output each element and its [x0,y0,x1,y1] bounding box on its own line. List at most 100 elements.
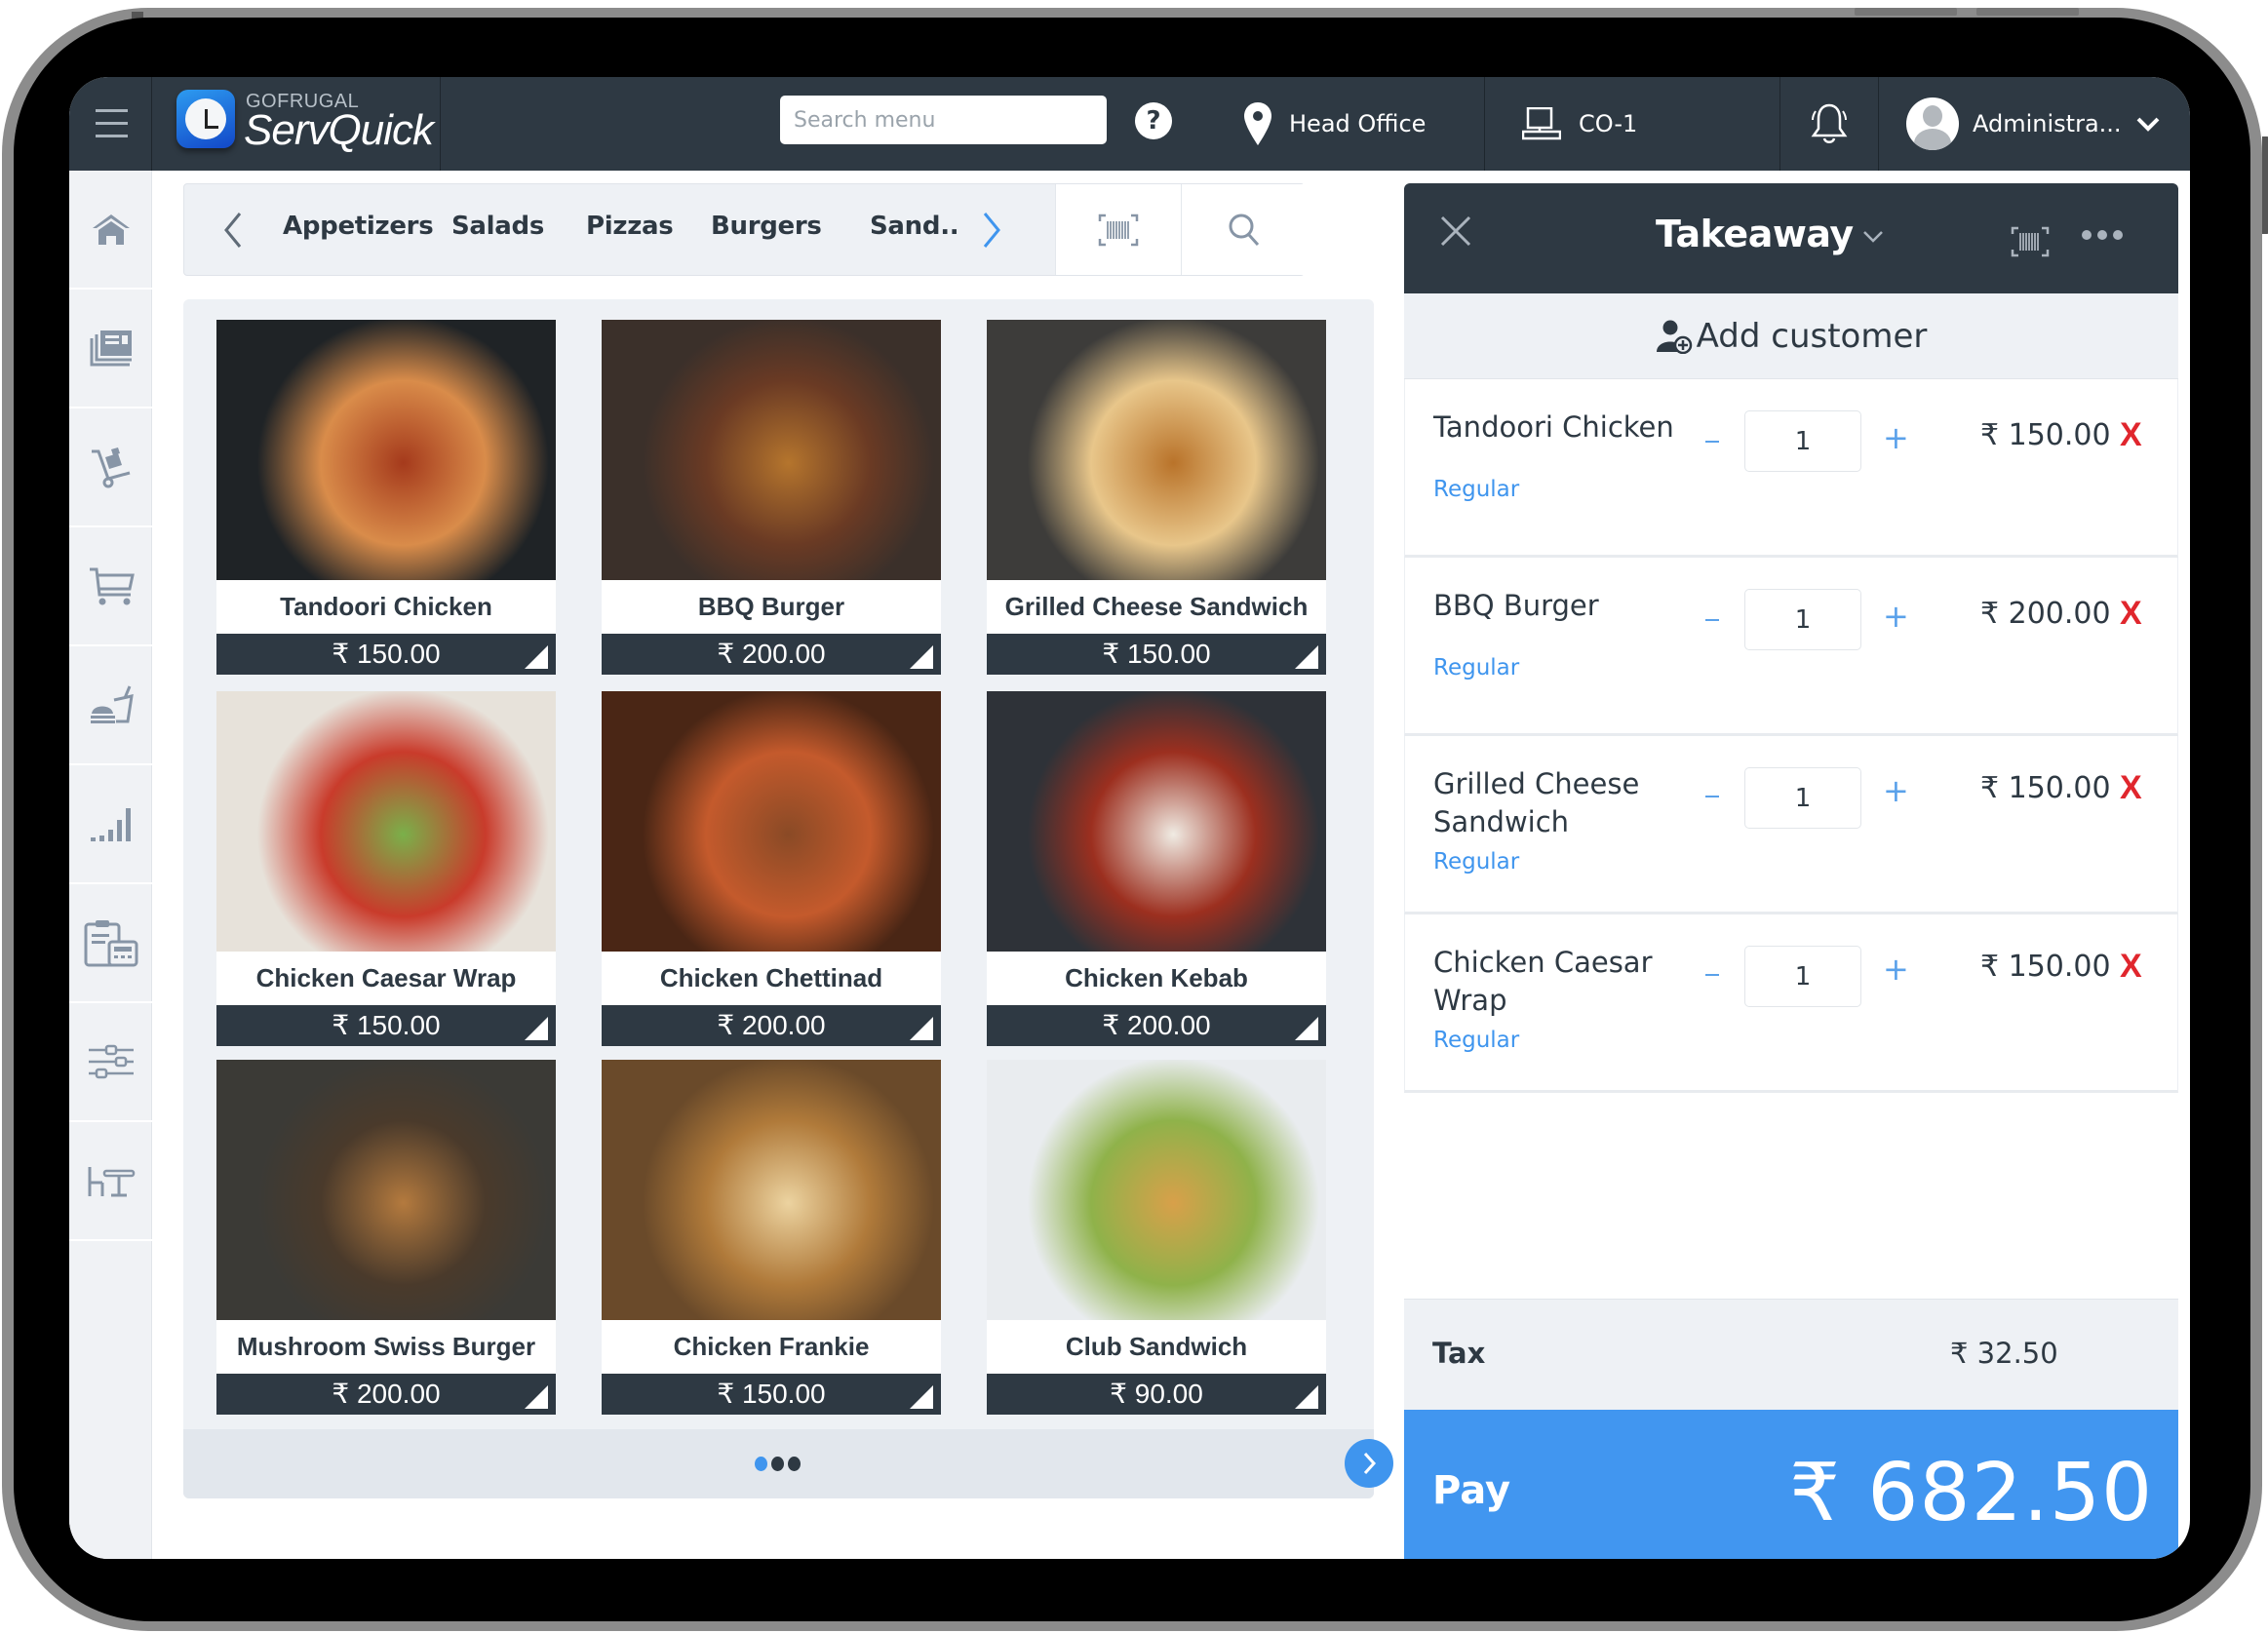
more-options-icon[interactable] [2082,230,2123,240]
pay-button[interactable]: Pay ₹ 682.50 [1404,1410,2178,1559]
chevron-left-icon[interactable] [218,210,248,251]
variant-corner-icon[interactable] [1295,645,1318,669]
product-card[interactable]: Chicken Frankie ₹ 150.00 [602,1060,941,1415]
product-search-button[interactable] [1182,184,1306,275]
product-card[interactable]: Chicken Kebab ₹ 200.00 [987,691,1326,1046]
product-card[interactable]: Club Sandwich ₹ 90.00 [987,1060,1326,1415]
notifications-button[interactable] [1780,77,1879,171]
remove-item-button[interactable]: X [2120,595,2142,633]
chevron-down-icon[interactable] [1862,230,1884,244]
product-card[interactable]: BBQ Burger ₹ 200.00 [602,320,941,675]
sidebar-item-reports[interactable] [69,765,152,884]
increase-qty-button[interactable]: + [1883,601,1909,632]
sidebar-item-tables[interactable] [69,1122,152,1241]
bell-icon [1811,103,1848,143]
sidebar-item-orders[interactable] [69,290,152,408]
product-name: BBQ Burger [602,580,941,634]
decrease-qty-button[interactable] [1705,796,1719,797]
counter-selector[interactable]: CO-1 [1485,77,1780,171]
decrease-qty-button[interactable] [1705,974,1719,976]
chevron-right-icon[interactable] [977,210,1006,251]
line-item-variant[interactable]: Regular [1433,849,1519,875]
line-item-variant[interactable]: Regular [1433,1028,1519,1053]
product-price: ₹ 200.00 [602,634,941,675]
variant-corner-icon[interactable] [525,1385,548,1409]
product-card[interactable]: Chicken Chettinad ₹ 200.00 [602,691,941,1046]
quantity-input[interactable] [1744,767,1861,829]
line-item-variant[interactable]: Regular [1433,655,1519,680]
order-header: Takeaway [1404,183,2178,293]
decrease-qty-button[interactable] [1705,441,1719,443]
hamburger-icon [96,135,128,137]
pay-label: Pay [1432,1468,1511,1513]
variant-corner-icon[interactable] [525,1017,548,1040]
product-card[interactable]: Chicken Caesar Wrap ₹ 150.00 [216,691,556,1046]
category-tab-burgers[interactable]: Burgers [711,212,822,241]
product-name: Tandoori Chicken [216,580,556,634]
order-line-item: Chicken Caesar Wrap Regular + ₹ 150.00 X [1404,914,2178,1093]
increase-qty-button[interactable]: + [1883,953,1909,985]
remove-item-button[interactable]: X [2120,948,2142,986]
category-tab-sandwiches[interactable]: Sand.. [870,212,959,241]
add-user-icon [1656,320,1692,354]
menu-button[interactable] [69,77,152,171]
barcode-icon[interactable] [2011,226,2050,257]
category-tab-salads[interactable]: Salads [451,212,544,241]
product-price-value: ₹ 200.00 [332,1379,441,1409]
product-card[interactable]: Mushroom Swiss Burger ₹ 200.00 [216,1060,556,1415]
chevron-right-icon [1363,1452,1377,1475]
sidebar-item-home[interactable] [69,171,152,290]
quantity-input[interactable] [1744,410,1861,472]
product-price: ₹ 200.00 [602,1005,941,1046]
product-price-value: ₹ 150.00 [1102,639,1211,669]
product-name: Mushroom Swiss Burger [216,1320,556,1374]
sidebar-item-billing[interactable] [69,884,152,1003]
quantity-input[interactable] [1744,946,1861,1007]
product-name: Club Sandwich [987,1320,1326,1374]
sidebar-item-delivery[interactable] [69,408,152,527]
increase-qty-button[interactable]: + [1883,422,1909,453]
product-card[interactable]: Tandoori Chicken ₹ 150.00 [216,320,556,675]
sidebar-item-settings[interactable] [69,1003,152,1122]
page-dot-3[interactable] [788,1457,801,1471]
order-line-item: BBQ Burger Regular + ₹ 200.00 X [1404,558,2178,736]
product-price-value: ₹ 150.00 [717,1379,826,1409]
page-dot-2[interactable] [771,1457,784,1471]
add-customer-button[interactable]: Add customer [1404,293,2178,379]
variant-corner-icon[interactable] [910,1385,933,1409]
left-sidebar [69,171,152,1559]
variant-corner-icon[interactable] [910,645,933,669]
remove-item-button[interactable]: X [2120,769,2142,807]
location-selector[interactable]: Head Office [1230,77,1485,171]
variant-corner-icon[interactable] [525,645,548,669]
category-tab-pizzas[interactable]: Pizzas [586,212,674,241]
barcode-scan-button[interactable] [1055,184,1182,275]
close-icon[interactable] [1439,214,1472,248]
page-dot-1[interactable] [755,1457,767,1471]
servquick-logo-icon [176,90,235,148]
product-price-value: ₹ 200.00 [717,1010,826,1040]
remove-item-button[interactable]: X [2120,416,2142,454]
user-menu[interactable]: Administra... [1879,77,2190,171]
counter-label: CO-1 [1579,110,1638,137]
user-name: Administra... [1973,110,2122,137]
category-tab-appetizers[interactable]: Appetizers [283,212,434,241]
increase-qty-button[interactable]: + [1883,775,1909,806]
line-item-variant[interactable]: Regular [1433,477,1519,502]
order-panel: Takeaway Add customer Tandoori Chicken R… [1404,183,2178,1559]
variant-corner-icon[interactable] [1295,1385,1318,1409]
sidebar-item-food[interactable] [69,646,152,765]
variant-corner-icon[interactable] [1295,1017,1318,1040]
help-icon[interactable]: ? [1135,102,1172,139]
product-price-value: ₹ 90.00 [1110,1379,1203,1409]
pay-total: ₹ 682.50 [1789,1447,2154,1539]
order-type-title[interactable]: Takeaway [1656,213,1854,255]
product-card[interactable]: Grilled Cheese Sandwich ₹ 150.00 [987,320,1326,675]
quantity-input[interactable] [1744,589,1861,650]
variant-corner-icon[interactable] [910,1017,933,1040]
decrease-qty-button[interactable] [1705,619,1719,621]
search-menu-input[interactable] [780,96,1107,144]
sidebar-item-cart[interactable] [69,527,152,646]
next-page-button[interactable] [1345,1439,1393,1488]
app-screen: GOFRUGAL ServQuick ? Head Office CO-1 [69,77,2190,1559]
